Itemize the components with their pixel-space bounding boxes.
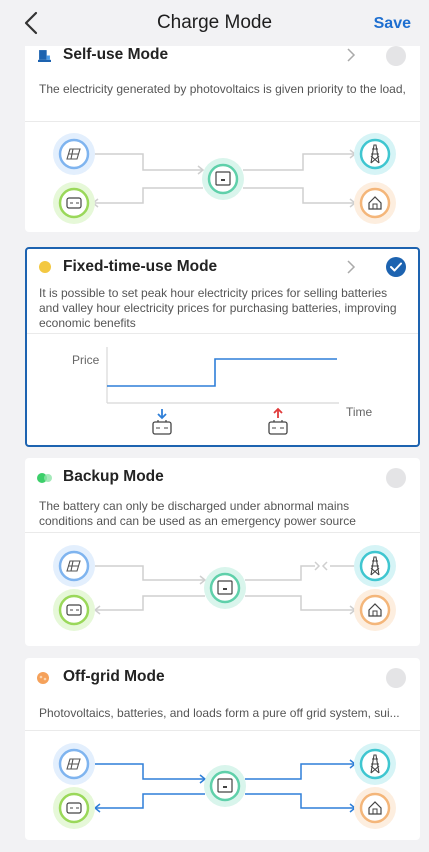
solar-panel-icon [53,545,95,587]
home-icon [354,182,396,224]
save-button[interactable]: Save [374,15,411,33]
battery-icon [268,420,288,435]
inverter-icon [204,567,246,609]
down-arrow-icon [157,409,167,420]
mode-card-off-grid[interactable]: Off-grid Mode Photovoltaics, batteries, … [25,658,420,840]
energy-flow-diagram [53,133,396,224]
mode-card-fixed-time-use[interactable]: Fixed-time-use Mode It is possible to se… [25,247,420,447]
energy-flow-diagram [53,545,396,631]
mode-card-backup[interactable]: Backup Mode The battery can only be disc… [25,458,420,646]
inverter-icon [202,158,244,200]
price-chart [106,347,339,435]
home-icon [354,787,396,829]
mode-card-self-use[interactable]: Self-use Mode The electricity generated … [25,36,420,232]
solar-panel-icon [53,743,95,785]
battery-icon [53,589,95,631]
battery-icon [53,182,95,224]
header: Charge Mode Save [0,0,429,46]
home-icon [354,589,396,631]
grid-tower-icon [354,545,396,587]
solar-panel-icon [53,133,95,175]
battery-icon [152,420,172,435]
up-arrow-icon [273,407,283,418]
battery-icon [53,787,95,829]
grid-tower-icon [354,133,396,175]
grid-tower-icon [354,743,396,785]
energy-flow-diagram [53,743,396,829]
inverter-icon [204,765,246,807]
page-title: Charge Mode [156,12,273,33]
